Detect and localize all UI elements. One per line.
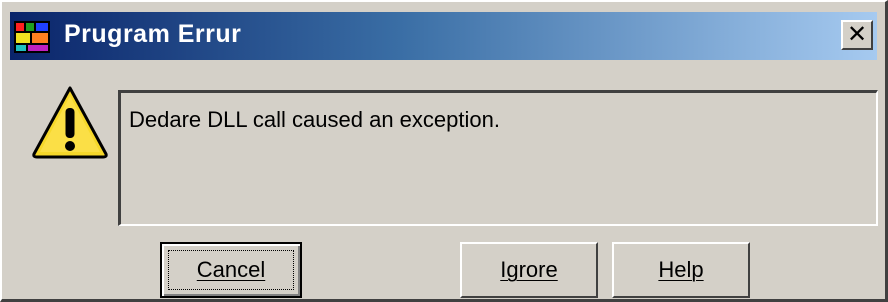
close-icon: ✕ [846, 21, 868, 48]
help-button[interactable]: Help [612, 242, 750, 298]
message-panel: Dedare DLL call caused an exception. [118, 90, 878, 226]
app-icon [14, 21, 50, 53]
ignore-button-label: Igrore [500, 257, 558, 282]
warning-icon [32, 86, 108, 159]
cancel-button[interactable]: Cancel [160, 242, 302, 298]
window-title: Prugram Errur [64, 20, 242, 48]
focus-rectangle [168, 250, 294, 290]
error-dialog: Prugram Errur ✕ Dedare DLL call caused a… [0, 0, 888, 302]
title-bar[interactable]: Prugram Errur ✕ [10, 12, 877, 60]
close-button[interactable]: ✕ [841, 20, 873, 50]
ignore-button[interactable]: Igrore [460, 242, 598, 298]
help-button-label: Help [658, 257, 704, 282]
error-message: Dedare DLL call caused an exception. [129, 107, 500, 132]
